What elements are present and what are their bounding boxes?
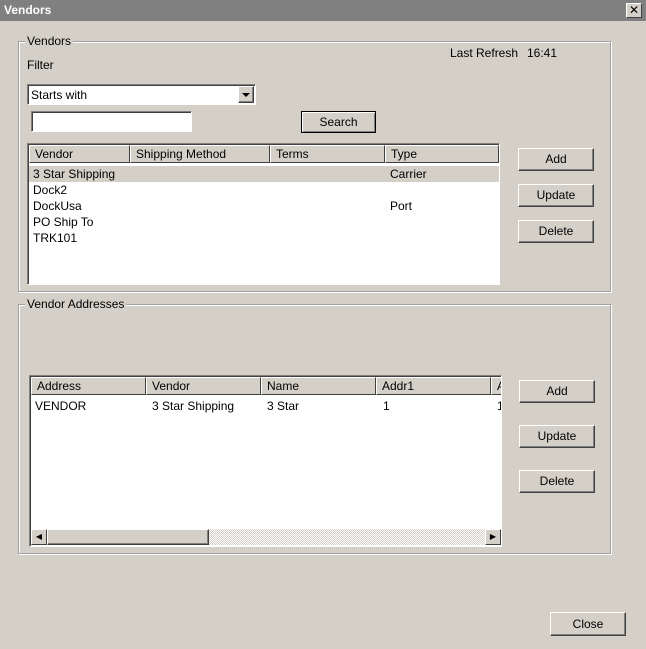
cell-vendor: DockUsa	[33, 199, 82, 213]
delete-address-button[interactable]: Delete	[519, 470, 595, 493]
column-header-name[interactable]: Name	[261, 377, 376, 395]
last-refresh-time: 16:41	[527, 46, 558, 60]
add-address-button[interactable]: Add	[519, 380, 595, 403]
update-vendor-button[interactable]: Update	[518, 184, 594, 207]
table-row[interactable]: PO Ship To	[29, 214, 499, 230]
table-row[interactable]: DockUsa Port	[29, 198, 499, 214]
scroll-left-icon[interactable]: ◀	[31, 529, 47, 545]
title-bar: Vendors ✕	[0, 0, 646, 21]
horizontal-scrollbar[interactable]: ◀ ▶	[31, 529, 501, 545]
cell-addr1: 1	[383, 399, 390, 413]
table-row[interactable]: Dock2	[29, 182, 499, 198]
table-row[interactable]: TRK101	[29, 230, 499, 246]
column-header-addr2[interactable]: A	[491, 377, 501, 395]
update-address-button-label: Update	[537, 429, 577, 443]
cell-vendor: Dock2	[33, 183, 68, 197]
scrollbar-thumb[interactable]	[47, 529, 209, 545]
cell-address: VENDOR	[35, 399, 87, 413]
filter-label: Filter	[27, 58, 54, 72]
column-header-addr1[interactable]: Addr1	[376, 377, 491, 395]
cell-vendor: 3 Star Shipping	[152, 399, 235, 413]
delete-address-button-label: Delete	[539, 474, 575, 488]
cell-type: Port	[390, 199, 413, 213]
cell-vendor: TRK101	[33, 231, 78, 245]
cell-name: 3 Star	[267, 399, 300, 413]
close-button[interactable]: Close	[550, 612, 626, 636]
filter-select[interactable]: Starts with	[27, 84, 256, 105]
add-vendor-button[interactable]: Add	[518, 148, 594, 171]
search-button[interactable]: Search	[301, 111, 376, 133]
close-button-label: Close	[572, 617, 604, 631]
add-vendor-button-label: Add	[545, 152, 567, 166]
delete-vendor-button-label: Delete	[538, 224, 574, 238]
last-refresh-label: Last Refresh	[450, 46, 519, 60]
add-address-button-label: Add	[546, 384, 568, 398]
table-row[interactable]: VENDOR 3 Star Shipping 3 Star 1 1	[31, 398, 501, 414]
column-header-vendor[interactable]: Vendor	[29, 145, 130, 163]
search-button-label: Search	[319, 115, 358, 129]
column-header-vendor[interactable]: Vendor	[146, 377, 261, 395]
cell-vendor: PO Ship To	[33, 215, 94, 229]
filter-select-value: Starts with	[31, 88, 88, 102]
scroll-right-icon[interactable]: ▶	[485, 529, 501, 545]
search-input[interactable]	[31, 111, 192, 132]
column-header-type[interactable]: Type	[385, 145, 499, 163]
vendors-table-header: Vendor Shipping Method Terms Type	[29, 145, 499, 163]
column-header-shipping-method[interactable]: Shipping Method	[130, 145, 270, 163]
cell-vendor: 3 Star Shipping	[33, 167, 116, 181]
vendors-table: Vendor Shipping Method Terms Type 3 Star…	[27, 143, 500, 285]
vendor-addresses-group-legend: Vendor Addresses	[25, 297, 127, 311]
chevron-down-icon[interactable]	[238, 86, 254, 103]
window-title: Vendors	[4, 3, 52, 17]
table-row[interactable]: 3 Star Shipping Carrier	[29, 166, 499, 182]
addresses-table: Address Vendor Name Addr1 A VENDOR 3 Sta…	[29, 375, 502, 547]
vendors-group-legend: Vendors	[25, 34, 74, 48]
cell-type: Carrier	[390, 167, 427, 181]
update-address-button[interactable]: Update	[519, 425, 595, 448]
cell-addr2: 1	[497, 398, 501, 414]
close-icon[interactable]: ✕	[626, 3, 642, 18]
column-header-address[interactable]: Address	[31, 377, 146, 395]
update-vendor-button-label: Update	[536, 188, 576, 202]
column-header-terms[interactable]: Terms	[270, 145, 385, 163]
addresses-table-header: Address Vendor Name Addr1 A	[31, 377, 501, 395]
delete-vendor-button[interactable]: Delete	[518, 220, 594, 243]
